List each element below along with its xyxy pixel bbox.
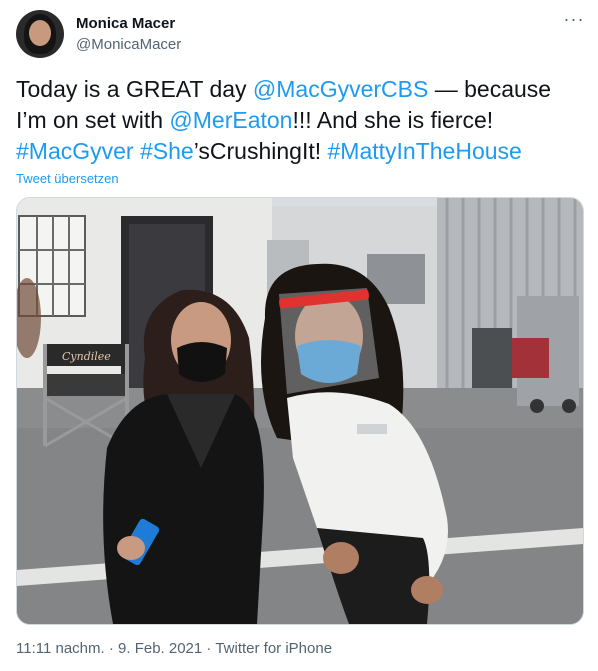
photo-chair-text: Cyndilee: [62, 350, 111, 363]
meta-separator: ·: [202, 640, 216, 657]
tweet-text-segment: Today is a GREAT day: [16, 76, 253, 102]
hashtag-mattyinthehouse[interactable]: #MattyInTheHouse: [328, 138, 522, 164]
tweet-source[interactable]: Twitter for iPhone: [215, 640, 332, 657]
mention-macgyvercbs[interactable]: @MacGyverCBS: [253, 76, 428, 102]
more-options-icon[interactable]: ···: [562, 10, 586, 32]
tweet-text-segment: ’sCrushingIt!: [193, 138, 328, 164]
photo-illustration: Cyndilee: [17, 198, 583, 624]
author-name[interactable]: Monica Macer: [76, 15, 175, 32]
tweet-date[interactable]: 9. Feb. 2021: [118, 640, 202, 657]
mention-mereaton[interactable]: @MerEaton: [169, 107, 292, 133]
tweet-card: Monica Macer @MonicaMacer ··· Today is a…: [0, 0, 598, 671]
avatar[interactable]: [16, 10, 64, 58]
tweet-time[interactable]: 11:11 nachm.: [16, 640, 105, 657]
translate-tweet-link[interactable]: Tweet übersetzen: [16, 171, 119, 186]
tweet-meta: 11:11 nachm. · 9. Feb. 2021 · Twitter fo…: [16, 640, 332, 657]
meta-separator: ·: [104, 640, 119, 657]
hashtag-she[interactable]: #She: [140, 138, 194, 164]
hashtag-macgyver[interactable]: #MacGyver: [16, 138, 134, 164]
tweet-text: Today is a GREAT day @MacGyverCBS — beca…: [16, 74, 582, 167]
tweet-text-segment: !!! And she is fierce!: [292, 107, 494, 133]
author-handle[interactable]: @MonicaMacer: [76, 36, 181, 53]
tweet-photo[interactable]: Cyndilee: [16, 197, 584, 625]
